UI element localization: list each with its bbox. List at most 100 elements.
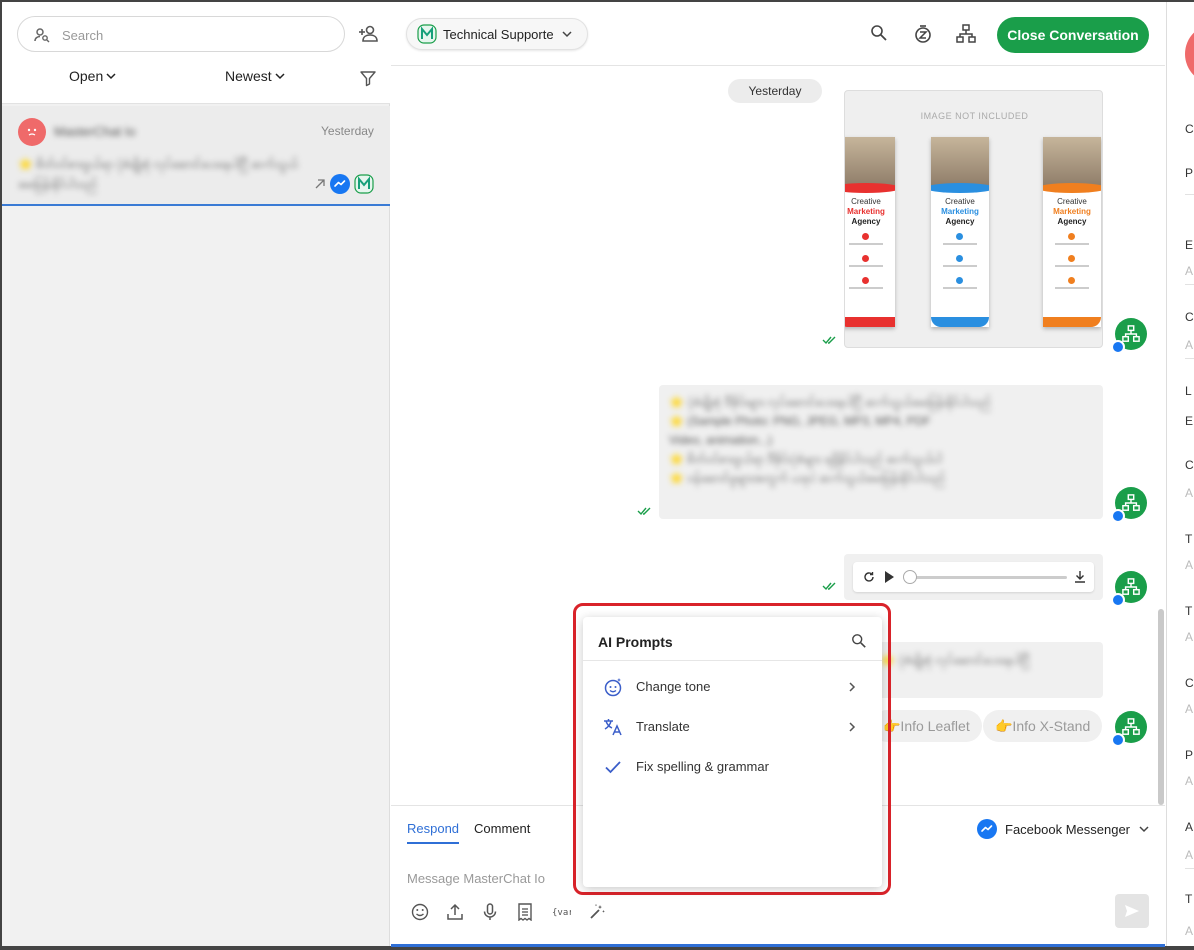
detail-label: C: [1185, 676, 1194, 690]
detail-placeholder[interactable]: A: [1185, 630, 1193, 644]
tab-comment[interactable]: Comment: [474, 821, 530, 836]
bot-avatar: [1111, 487, 1147, 523]
messenger-icon: [1111, 340, 1125, 354]
channel-label: Facebook Messenger: [1005, 821, 1131, 837]
double-check-icon: [822, 582, 836, 591]
microphone-icon[interactable]: [481, 903, 499, 921]
ai-prompts-title: AI Prompts: [598, 634, 673, 650]
image-note: IMAGE NOT INCLUDED: [920, 111, 1029, 121]
channel-selector[interactable]: Facebook Messenger: [977, 819, 1150, 839]
search-input[interactable]: [62, 25, 332, 45]
avatar: [18, 118, 46, 146]
conversation-meta-icons: [314, 174, 374, 194]
outgoing-arrow-icon: [315, 179, 325, 189]
detail-label: A: [1185, 820, 1194, 834]
snooze-timer-icon[interactable]: [913, 24, 933, 44]
chevron-down-icon: [562, 31, 572, 38]
audio-player: [853, 562, 1094, 592]
detail-label: P: [1185, 166, 1194, 180]
canned-response-icon[interactable]: [516, 903, 534, 921]
detail-placeholder[interactable]: A: [1185, 264, 1193, 278]
status-filter-dropdown[interactable]: Open: [69, 68, 116, 84]
upload-icon[interactable]: [446, 903, 464, 921]
detail-label: T: [1185, 892, 1193, 906]
ai-prompt-label: Change tone: [636, 679, 711, 694]
conversation-time: Yesterday: [321, 124, 374, 138]
emoji-icon[interactable]: [411, 903, 429, 921]
detail-placeholder[interactable]: A: [1185, 848, 1193, 862]
check-icon: [603, 757, 623, 777]
conversation-name: MasterChat Io: [54, 124, 136, 139]
audio-progress-handle[interactable]: [903, 570, 917, 584]
messenger-icon: [1111, 593, 1125, 607]
masterchat-logo-icon: [417, 24, 437, 44]
ai-prompt-translate[interactable]: Translate: [583, 707, 882, 747]
magic-wand-icon[interactable]: [588, 903, 606, 921]
detail-placeholder[interactable]: A: [1185, 702, 1193, 716]
search-box[interactable]: [17, 16, 345, 52]
composer-accent-bar: [391, 944, 1165, 947]
divider: [1185, 358, 1194, 359]
sort-dropdown[interactable]: Newest: [225, 68, 285, 84]
detail-label: C: [1185, 310, 1194, 324]
ai-prompt-fix-spelling[interactable]: Fix spelling & grammar: [583, 747, 882, 787]
replay-icon[interactable]: [863, 571, 875, 583]
scrollbar[interactable]: [1158, 609, 1164, 805]
standee-image: Creative Marketing Agency: [1043, 137, 1101, 327]
send-button[interactable]: [1115, 894, 1149, 928]
face-sparkle-icon: [603, 677, 623, 697]
team-selector[interactable]: Technical Supporter: [406, 18, 588, 50]
network-icon: [1122, 718, 1140, 735]
masterchat-logo-icon: [354, 174, 374, 194]
message-text: ⭐ ပုံစံမျိုးစုံ လုပ်ဆောင်ပေးနေပါပြီ: [880, 653, 1030, 667]
divider: [1185, 868, 1194, 869]
detail-label: L: [1185, 384, 1192, 398]
detail-placeholder[interactable]: A: [1185, 558, 1193, 572]
audio-message: [844, 554, 1103, 600]
chat-topbar: Technical Supporter Close Conversation: [391, 2, 1165, 66]
detail-label: C: [1185, 458, 1194, 472]
message-text: ⭐ ပုံစံမျိုးစုံ ဒီဇိုင်းများ လုပ်ဆောင်ပေ…: [669, 395, 992, 485]
detail-placeholder[interactable]: A: [1185, 338, 1193, 352]
chevron-right-icon: [847, 681, 857, 693]
double-check-icon: [637, 507, 651, 516]
svg-text:{var}: {var}: [552, 908, 571, 918]
detail-label: T: [1185, 532, 1193, 546]
conversation-preview: ⭐ စိတ်ဝင်စားဖွယ်ရာ ပုံစံမျိုးစုံ လုပ်ဆော…: [18, 157, 298, 191]
sort-label: Newest: [225, 68, 272, 84]
tab-respond[interactable]: Respond: [407, 821, 460, 844]
conversation-item[interactable]: MasterChat Io Yesterday ⭐ စိတ်ဝင်စားဖွယ်…: [2, 106, 390, 206]
close-conversation-button[interactable]: Close Conversation: [997, 17, 1149, 53]
detail-placeholder[interactable]: A: [1185, 774, 1193, 788]
chevron-down-icon: [106, 73, 116, 80]
detail-label: E: [1185, 238, 1194, 252]
search-icon[interactable]: [851, 633, 867, 649]
divider: [1185, 284, 1194, 285]
play-icon[interactable]: [883, 570, 895, 584]
messenger-icon: [1111, 509, 1125, 523]
detail-label: P: [1185, 748, 1194, 762]
messenger-icon: [1111, 733, 1125, 747]
messenger-icon: [330, 174, 350, 194]
assign-network-icon[interactable]: [956, 24, 976, 44]
detail-placeholder[interactable]: A: [1185, 486, 1193, 500]
search-contact-icon: [34, 27, 50, 43]
audio-progress-track[interactable]: [909, 576, 1067, 579]
network-icon: [1122, 494, 1140, 511]
filter-icon[interactable]: [359, 69, 377, 87]
search-icon[interactable]: [870, 24, 888, 42]
ai-prompt-change-tone[interactable]: Change tone: [583, 667, 882, 707]
detail-label: T: [1185, 604, 1193, 618]
download-icon[interactable]: [1074, 570, 1086, 583]
date-separator: Yesterday: [728, 79, 822, 103]
detail-label: C: [1185, 122, 1194, 136]
variable-icon[interactable]: {var}: [551, 903, 571, 921]
add-contact-icon[interactable]: [358, 24, 380, 44]
quick-reply-chip[interactable]: 👉Info X-Stand: [983, 710, 1103, 742]
image-message[interactable]: IMAGE NOT INCLUDED Creative Marketing Ag…: [844, 90, 1103, 348]
bot-avatar: [1111, 318, 1147, 354]
ai-prompts-menu: AI Prompts Change tone Translate Fix spe…: [583, 617, 882, 887]
bot-avatar: [1111, 571, 1147, 607]
detail-placeholder[interactable]: A: [1185, 924, 1193, 938]
text-message: ⭐ ပုံစံမျိုးစုံ ဒီဇိုင်းများ လုပ်ဆောင်ပေ…: [659, 385, 1103, 519]
